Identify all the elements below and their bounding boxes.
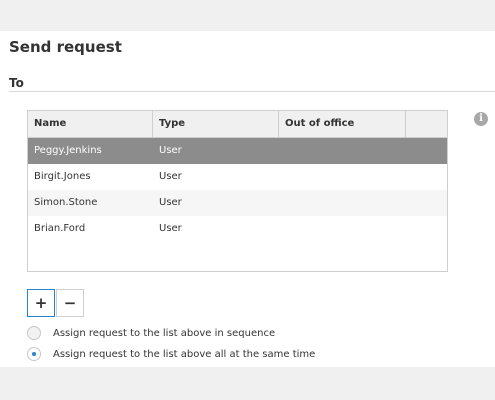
option-sequence[interactable]: Assign request to the list above in sequ…: [27, 325, 275, 341]
cell-type: User: [159, 197, 182, 208]
remove-recipient-button[interactable]: −: [56, 289, 84, 317]
column-header-extra: [406, 111, 447, 137]
column-header-out-of-office[interactable]: Out of office: [279, 111, 406, 137]
cell-name: Brian.Ford: [34, 223, 86, 234]
cell-type: User: [159, 171, 182, 182]
column-header-type[interactable]: Type: [153, 111, 279, 137]
table-row[interactable]: Simon.Stone User: [28, 190, 447, 216]
info-icon[interactable]: i: [474, 112, 488, 126]
cell-name: Simon.Stone: [34, 197, 98, 208]
add-recipient-button[interactable]: +: [27, 289, 55, 317]
cell-name: Peggy.Jenkins: [34, 145, 102, 156]
table-row[interactable]: Brian.Ford User: [28, 216, 447, 242]
page-title: Send request: [9, 38, 122, 56]
sequence-radio[interactable]: [27, 326, 41, 340]
section-divider: [9, 91, 495, 92]
table-header: Name Type Out of office: [28, 111, 447, 138]
row-actions: + −: [27, 289, 84, 317]
send-request-panel: Send request To i Name Type Out of offic…: [0, 31, 495, 367]
to-section-label: To: [9, 76, 24, 90]
column-header-name[interactable]: Name: [28, 111, 153, 137]
cell-type: User: [159, 223, 182, 234]
sequence-label: Assign request to the list above in sequ…: [53, 327, 276, 339]
table-row[interactable]: Birgit.Jones User: [28, 164, 447, 190]
cell-name: Birgit.Jones: [34, 171, 91, 182]
cell-type: User: [159, 145, 182, 156]
option-same-time[interactable]: Assign request to the list above all at …: [27, 346, 315, 362]
same-time-label: Assign request to the list above all at …: [53, 348, 316, 360]
table-row[interactable]: Peggy.Jenkins User: [28, 138, 447, 164]
same-time-radio[interactable]: [27, 347, 41, 361]
recipients-table: Name Type Out of office Peggy.Jenkins Us…: [27, 110, 448, 272]
